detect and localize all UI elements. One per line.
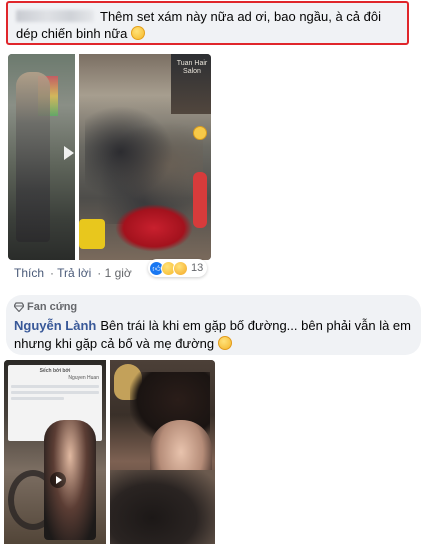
rolling-laughing-emoji-icon — [130, 26, 145, 40]
comment-bubble: Fan cứng Nguyễn Lành Bên trái là khi em g… — [6, 295, 421, 355]
badge-label: Fan cứng — [27, 301, 78, 313]
phone-line — [11, 385, 99, 388]
timestamp[interactable]: 1 giờ — [105, 266, 132, 280]
reaction-summary[interactable]: 👍︎ 13 — [148, 259, 208, 277]
comment-video-thumbnail[interactable]: Sếch bởi bởi Nguyen Huan — [4, 360, 215, 544]
video-frame-left: Sếch bởi bởi Nguyen Huan — [4, 360, 106, 544]
like-link[interactable]: Thích — [14, 266, 44, 280]
blurred-author-name — [16, 10, 94, 22]
comment-video-thumbnail[interactable]: Tuan Hair Salon — [8, 54, 211, 260]
phone-line — [11, 397, 64, 400]
flushed-face-emoji-icon — [217, 336, 232, 350]
face-emoji-icon — [193, 126, 207, 140]
reply-link[interactable]: Trả lời — [57, 266, 91, 280]
phone-title: Sếch bởi bởi — [39, 368, 71, 374]
child-figure — [193, 172, 207, 228]
diamond-icon — [14, 302, 24, 312]
video-frame-right: Tuan Hair Salon — [79, 54, 211, 260]
shop-sign-text: Tuan Hair Salon — [176, 60, 208, 75]
play-icon[interactable] — [64, 146, 74, 160]
red-motorbike — [115, 204, 193, 252]
body-shape — [110, 470, 215, 544]
author-name-link[interactable]: Nguyễn Lành — [14, 318, 96, 333]
person-figure — [16, 72, 50, 242]
wow-reaction-icon — [173, 260, 188, 276]
phone-line — [11, 391, 99, 394]
fan-badge: Fan cứng — [14, 300, 411, 314]
phone-user: Nguyen Huan — [68, 375, 99, 381]
comment-actions: Thích · Trả lời · 1 giờ — [14, 266, 132, 280]
reaction-count: 13 — [191, 262, 204, 274]
yellow-object — [79, 219, 105, 249]
comment-bubble-highlighted: Thêm set xám này nữa ad ơi, bao ngầu, à … — [6, 1, 409, 45]
play-icon[interactable] — [50, 472, 66, 488]
video-frame-right — [110, 360, 215, 544]
